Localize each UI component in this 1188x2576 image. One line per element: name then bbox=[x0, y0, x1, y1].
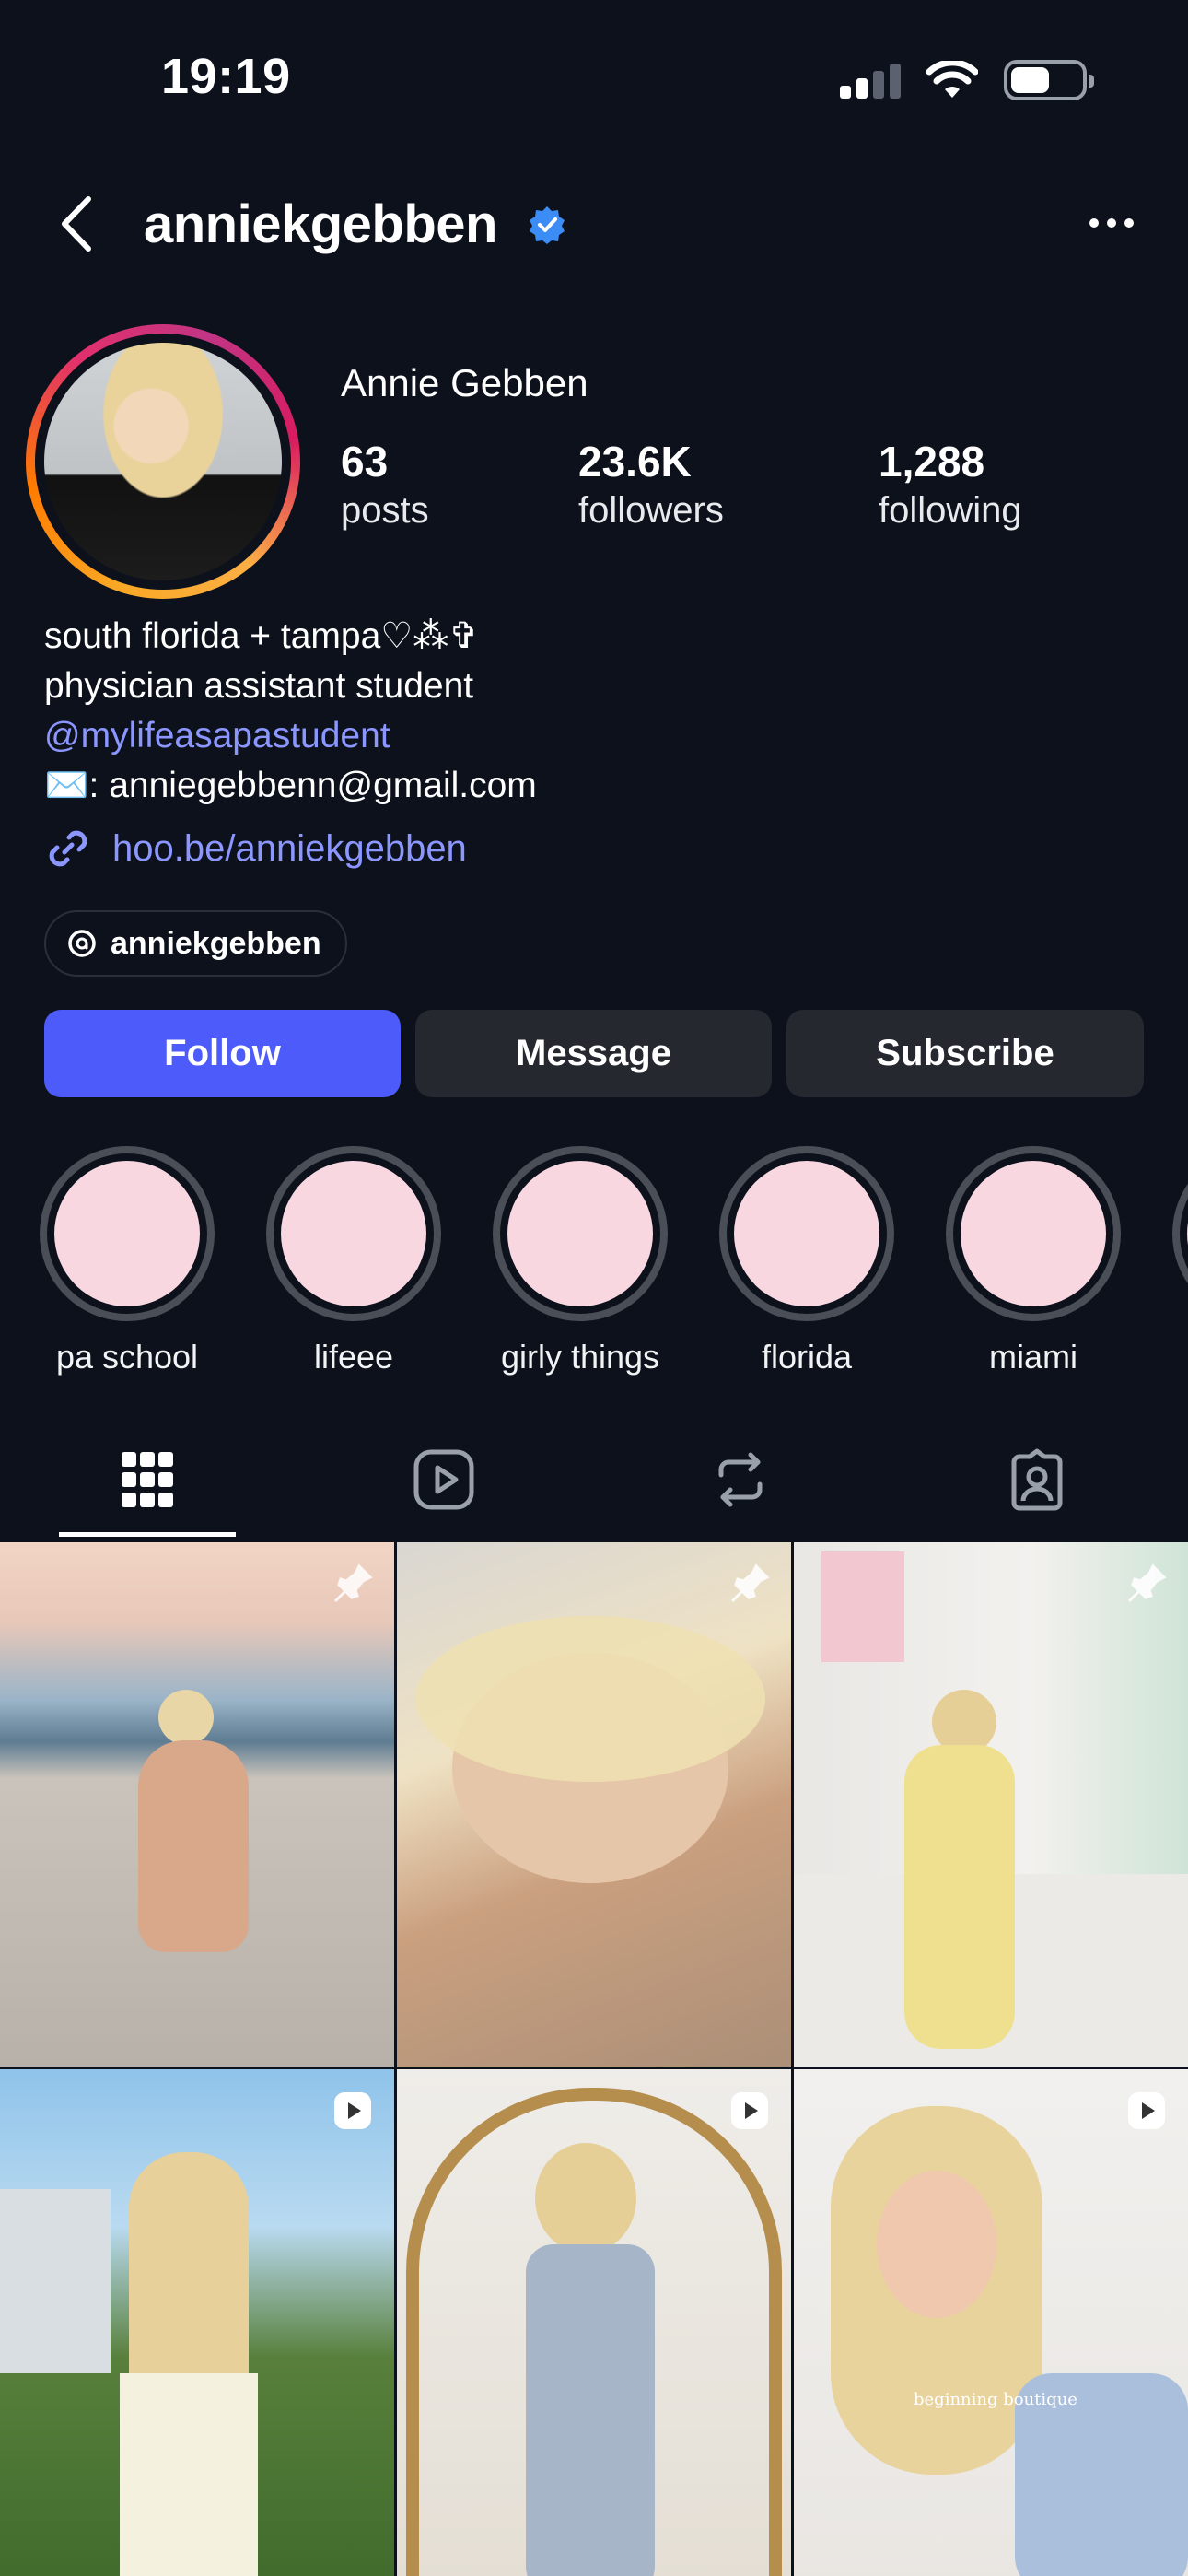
post-tile[interactable] bbox=[794, 1542, 1188, 2067]
highlight-partial[interactable] bbox=[1172, 1146, 1188, 1321]
reel-icon bbox=[731, 2092, 768, 2129]
avatar[interactable] bbox=[44, 343, 282, 580]
highlight-cover bbox=[719, 1146, 894, 1321]
threads-handle: anniekgebben bbox=[111, 925, 321, 961]
post-tile[interactable] bbox=[0, 1542, 394, 2067]
active-tab-indicator bbox=[59, 1532, 236, 1537]
tagged-icon bbox=[1011, 1448, 1063, 1511]
profile-link-text: hoo.be/anniekgebben bbox=[112, 827, 467, 869]
threads-badge[interactable]: anniekgebben bbox=[44, 910, 347, 977]
highlight-label: miami bbox=[989, 1338, 1077, 1376]
highlight-label: florida bbox=[761, 1338, 853, 1376]
reel-icon bbox=[334, 2092, 371, 2129]
tab-reels[interactable] bbox=[407, 1446, 481, 1513]
highlight-cover bbox=[493, 1146, 668, 1321]
pin-icon bbox=[333, 1563, 373, 1603]
stat-label: posts bbox=[341, 490, 429, 531]
bio-email: ✉️: anniegebbenn@gmail.com bbox=[44, 766, 537, 805]
status-icons bbox=[840, 57, 1094, 103]
profile-screen: 19:19 anniekgebben Annie Gebben 63 posts bbox=[0, 0, 1188, 2576]
highlight-cover bbox=[1172, 1146, 1188, 1321]
profile-link[interactable]: hoo.be/anniekgebben bbox=[44, 825, 467, 872]
stat-label: following bbox=[879, 490, 1022, 531]
battery-level bbox=[1011, 67, 1049, 93]
bio-line: physician assistant student bbox=[44, 666, 474, 706]
pin-icon bbox=[1127, 1563, 1167, 1603]
pin-icon bbox=[730, 1563, 770, 1603]
highlight-florida[interactable]: florida bbox=[719, 1146, 894, 1376]
stat-label: followers bbox=[578, 490, 724, 531]
post-overlay-text: beginning boutique bbox=[914, 2390, 1077, 2409]
follow-button[interactable]: Follow bbox=[44, 1010, 401, 1097]
tab-tagged[interactable] bbox=[1000, 1446, 1074, 1513]
post-tile[interactable] bbox=[397, 1542, 791, 2067]
grid-icon bbox=[122, 1452, 173, 1507]
highlight-cover bbox=[946, 1146, 1121, 1321]
highlight-miami[interactable]: miami bbox=[946, 1146, 1121, 1376]
message-button[interactable]: Message bbox=[415, 1010, 772, 1097]
profile-username: anniekgebben bbox=[144, 194, 497, 254]
stat-value: 63 bbox=[341, 438, 389, 486]
reel-icon bbox=[1128, 2092, 1165, 2129]
highlight-cover bbox=[40, 1146, 215, 1321]
bio-mention-link[interactable]: @mylifeasapastudent bbox=[44, 711, 537, 761]
stat-value: 1,288 bbox=[879, 438, 985, 486]
post-tile[interactable] bbox=[0, 2069, 394, 2576]
subscribe-button[interactable]: Subscribe bbox=[786, 1010, 1144, 1097]
highlight-cover bbox=[266, 1146, 441, 1321]
highlight-girly-things[interactable]: girly things bbox=[493, 1146, 668, 1376]
display-name: Annie Gebben bbox=[341, 361, 588, 404]
tab-grid[interactable] bbox=[111, 1446, 184, 1513]
chevron-left-icon[interactable] bbox=[53, 193, 99, 254]
link-icon bbox=[49, 830, 87, 867]
stat-following[interactable]: 1,288 following bbox=[879, 437, 1022, 532]
verified-badge-icon bbox=[530, 206, 565, 244]
threads-icon bbox=[68, 930, 96, 957]
wifi-icon bbox=[926, 61, 978, 98]
stat-value: 23.6K bbox=[578, 438, 692, 486]
status-time: 19:19 bbox=[161, 49, 291, 104]
reposts-icon bbox=[718, 1452, 763, 1507]
battery-icon bbox=[1004, 60, 1094, 100]
bio: south florida + tampa♡⁂✞ physician assis… bbox=[44, 612, 537, 811]
highlight-label: pa school bbox=[55, 1338, 199, 1376]
more-horizontal-icon[interactable] bbox=[1089, 214, 1135, 232]
reels-icon bbox=[413, 1449, 474, 1510]
tab-reposts[interactable] bbox=[704, 1446, 777, 1513]
story-ring[interactable] bbox=[26, 324, 300, 599]
highlight-pa-school[interactable]: pa school bbox=[40, 1146, 215, 1376]
stat-followers[interactable]: 23.6K followers bbox=[578, 437, 724, 532]
highlight-label: girly things bbox=[500, 1338, 660, 1376]
stat-posts[interactable]: 63 posts bbox=[341, 437, 429, 532]
post-tile[interactable]: beginning boutique bbox=[794, 2069, 1188, 2576]
highlight-lifeee[interactable]: lifeee bbox=[266, 1146, 441, 1376]
post-tile[interactable] bbox=[397, 2069, 791, 2576]
bio-line: south florida + tampa♡⁂✞ bbox=[44, 616, 479, 656]
highlight-label: lifeee bbox=[313, 1338, 394, 1376]
cellular-signal-icon bbox=[840, 62, 901, 99]
